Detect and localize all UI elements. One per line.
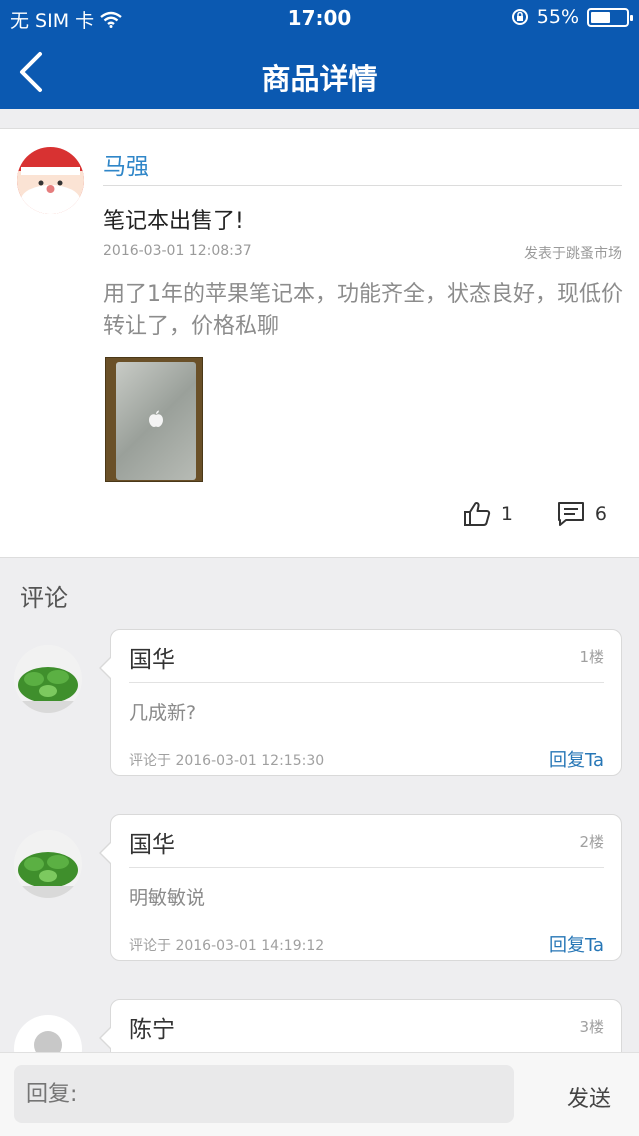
comment-button[interactable]: 6	[557, 501, 607, 527]
post-source: 发表于跳蚤市场	[524, 246, 622, 262]
apple-logo-icon	[149, 410, 163, 427]
reply-input[interactable]	[14, 1065, 514, 1123]
author-avatar[interactable]	[17, 147, 84, 214]
title-bar: 商品详情	[0, 36, 639, 109]
comment-card: 国华 1楼 几成新? 评论于 2016-03-01 12:15:30 回复Ta	[99, 629, 622, 776]
battery-percent: 55%	[536, 6, 579, 28]
commenter-avatar[interactable]	[14, 830, 82, 898]
floor-number: 2楼	[579, 833, 604, 851]
reply-button[interactable]: 回复Ta	[549, 931, 604, 957]
commenter-name[interactable]: 陈宁	[129, 1010, 175, 1044]
post-body: 用了1年的苹果笔记本，功能齐全，状态良好，现低价转让了，价格私聊	[103, 282, 623, 339]
comment-text: 几成新?	[129, 702, 197, 724]
floor-number: 3楼	[579, 1018, 604, 1036]
status-bar: 无 SIM 卡 17:00 55%	[0, 0, 639, 36]
post-title: 笔记本出售了!	[103, 209, 244, 234]
status-right: 55%	[511, 6, 633, 28]
app-header: 无 SIM 卡 17:00 55% 商品详情	[0, 0, 639, 109]
comment-timestamp: 评论于 2016-03-01 14:19:12	[129, 938, 325, 954]
floor-number: 1楼	[579, 648, 604, 666]
reply-button[interactable]: 回复Ta	[549, 746, 604, 772]
page-title: 商品详情	[261, 62, 378, 96]
divider	[129, 867, 604, 868]
like-button[interactable]: 1	[463, 501, 513, 527]
thumbs-up-icon	[463, 501, 490, 526]
send-button[interactable]: 发送	[567, 1081, 611, 1113]
battery-icon	[587, 7, 633, 27]
commenter-avatar[interactable]	[14, 645, 82, 713]
divider	[129, 682, 604, 683]
comment-card: 国华 2楼 明敏敏说 评论于 2016-03-01 14:19:12 回复Ta	[99, 814, 622, 961]
comment-icon	[557, 502, 584, 526]
comment-count: 6	[594, 503, 607, 525]
divider	[103, 185, 622, 186]
post-timestamp: 2016-03-01 12:08:37	[103, 243, 252, 259]
post-actions: 1 6	[463, 501, 607, 527]
comments-heading: 评论	[20, 584, 68, 612]
comment-timestamp: 评论于 2016-03-01 12:15:30	[129, 753, 325, 769]
like-count: 1	[500, 503, 513, 525]
post-card: 马强 笔记本出售了! 2016-03-01 12:08:37 发表于跳蚤市场 用…	[0, 128, 639, 558]
comment-text: 明敏敏说	[129, 887, 206, 909]
post-image-laptop[interactable]	[105, 357, 203, 482]
laptop-photo	[116, 362, 196, 480]
rotation-lock-icon	[511, 9, 528, 25]
commenter-name[interactable]: 国华	[129, 640, 175, 674]
reply-bar: 发送	[0, 1052, 639, 1136]
author-name[interactable]: 马强	[103, 147, 149, 181]
commenter-name[interactable]: 国华	[129, 825, 175, 859]
